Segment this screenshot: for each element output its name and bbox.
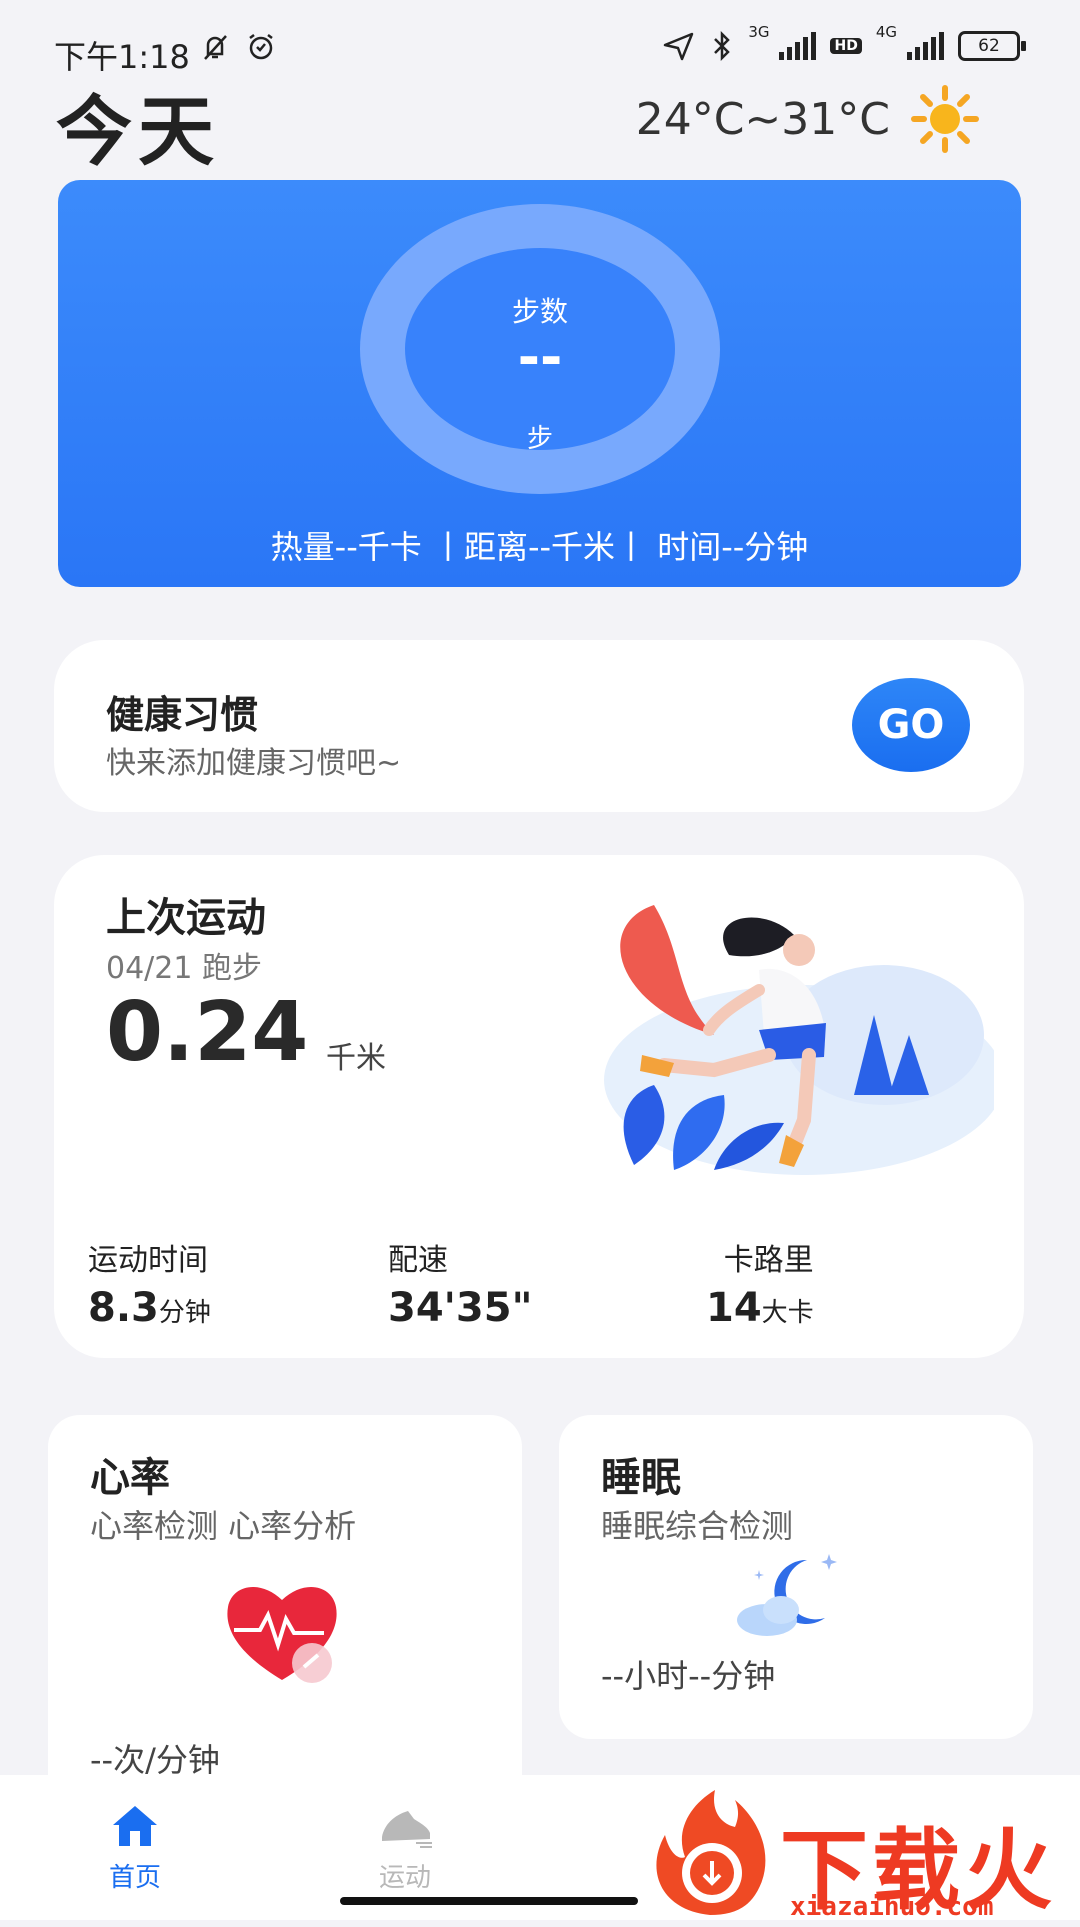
health-habit-card[interactable]: 健康习惯 快来添加健康习惯吧~ GO — [54, 640, 1024, 812]
sun-icon — [911, 85, 979, 153]
stat-duration: 运动时间 8.3分钟 — [88, 1243, 211, 1331]
nav-sport[interactable]: 运动 — [330, 1803, 480, 1894]
sleep-title: 睡眠 — [601, 1455, 681, 1501]
steps-card[interactable]: 步数 -- 步 热量--千卡 丨距离--千米丨 时间--分钟 — [58, 180, 1021, 587]
flame-logo-icon — [656, 1790, 766, 1915]
location-icon — [664, 32, 694, 61]
go-button[interactable]: GO — [852, 678, 970, 772]
bluetooth-icon — [714, 30, 731, 62]
weather[interactable]: 24°C~31°C — [636, 84, 980, 154]
steps-value: -- — [517, 326, 563, 389]
sleep-card[interactable]: 睡眠 睡眠综合检测 --小时--分钟 — [559, 1415, 1033, 1739]
bell-off-icon — [204, 35, 227, 60]
sleep-subtitle: 睡眠综合检测 — [601, 1507, 794, 1545]
temperature-range: 24°C~31°C — [635, 93, 890, 145]
steps-label: 步数 — [511, 295, 568, 328]
heart-rate-card[interactable]: 心率 心率检测 心率分析 --次/分钟 — [48, 1415, 522, 1815]
home-indicator[interactable] — [340, 1897, 638, 1905]
runner-illustration — [604, 905, 994, 1175]
heart-icon — [227, 1587, 337, 1683]
home-icon — [113, 1806, 157, 1846]
stat-calories: 卡路里 14大卡 — [706, 1243, 814, 1331]
nav-home[interactable]: 首页 — [60, 1803, 210, 1894]
alarm-icon — [249, 34, 273, 60]
last-sport-distance: 0.24 — [106, 985, 309, 1080]
battery-icon: 62 — [958, 31, 1026, 61]
shoe-icon — [382, 1811, 432, 1848]
page-title: 今天 — [56, 87, 220, 176]
distance-unit: 千米 — [326, 1041, 386, 1076]
hd-badge: HD — [830, 38, 862, 54]
habit-subtitle: 快来添加健康习惯吧~ — [106, 746, 402, 781]
last-sport-card[interactable]: 上次运动 04/21 跑步 0.24 千米 运动时间 8.3分钟 配速 34'3… — [54, 855, 1024, 1358]
watermark-url: xiazaihuo.com — [790, 1892, 994, 1922]
steps-unit: 步 — [526, 424, 553, 454]
steps-summary: 热量--千卡 丨距离--千米丨 时间--分钟 — [270, 528, 809, 566]
last-sport-title: 上次运动 — [106, 895, 266, 941]
last-sport-date: 04/21 跑步 — [106, 951, 262, 986]
heart-subtitle: 心率检测 心率分析 — [90, 1507, 357, 1545]
stat-pace: 配速 34'35" — [388, 1243, 533, 1331]
heart-title: 心率 — [90, 1455, 170, 1501]
steps-ring: 步数 -- 步 — [360, 204, 720, 494]
sleep-value: --小时--分钟 — [601, 1657, 776, 1695]
signal-icon — [907, 32, 944, 60]
moon-cloud-icon — [737, 1554, 837, 1636]
signal-icon — [779, 32, 817, 60]
habit-title: 健康习惯 — [106, 693, 259, 737]
watermark: 下载火 xiazaihuo.com — [640, 1780, 1080, 1922]
